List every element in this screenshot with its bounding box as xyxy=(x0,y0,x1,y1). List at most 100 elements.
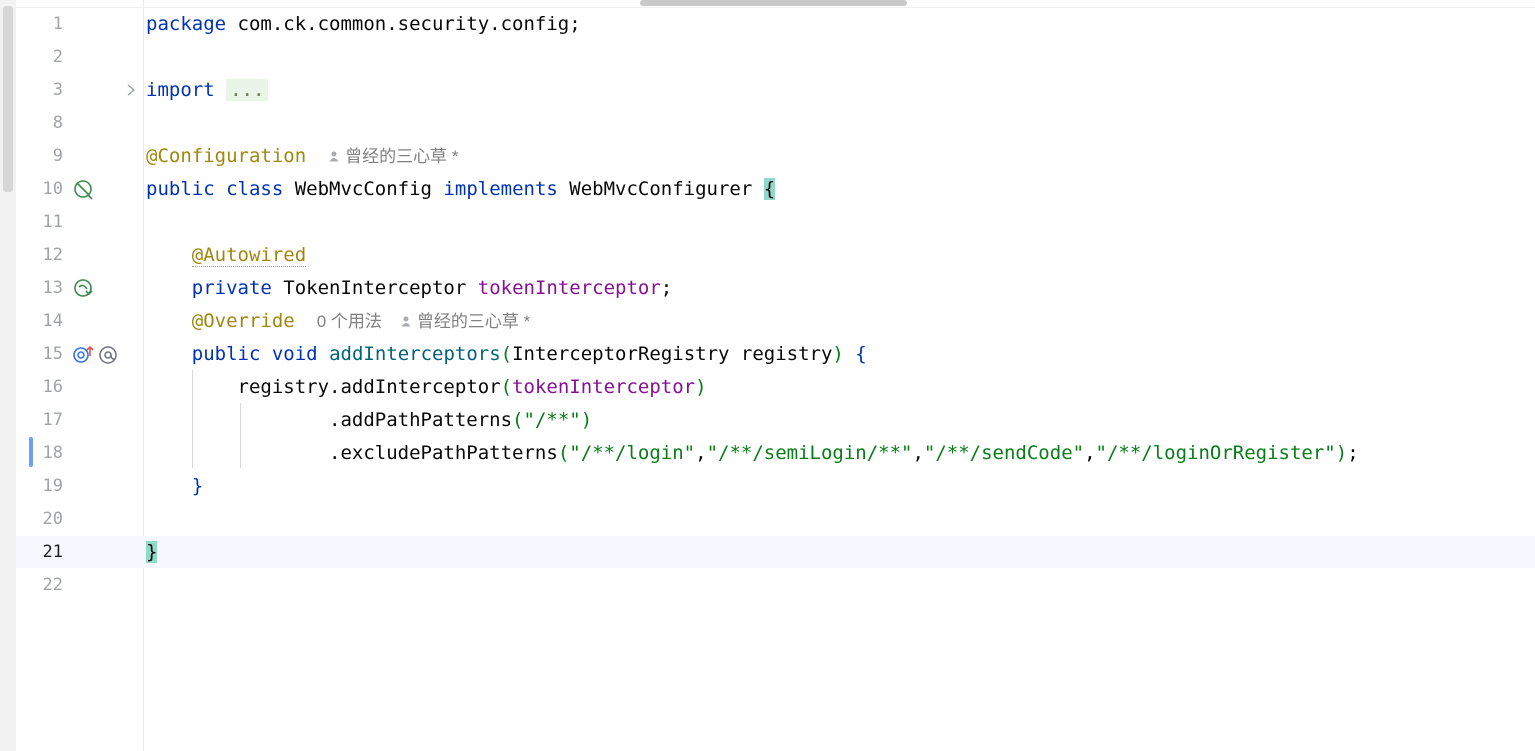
code-line[interactable]: 20 xyxy=(0,503,1535,536)
code-token: "/**/sendCode" xyxy=(923,442,1085,464)
code-line[interactable]: 17 .addPathPatterns("/**") xyxy=(0,404,1535,437)
code-token: tokenInterceptor xyxy=(477,277,661,299)
line-number[interactable]: 12 xyxy=(16,239,63,272)
code-token: package xyxy=(146,13,227,35)
line-number[interactable]: 3 xyxy=(16,74,63,107)
fold-chevron-icon[interactable] xyxy=(124,82,138,98)
code-text[interactable]: package com.ck.common.security.config; xyxy=(146,8,581,41)
line-number[interactable]: 1 xyxy=(16,8,63,41)
code-token: registry.addInterceptor xyxy=(146,376,501,398)
code-token: private xyxy=(191,277,272,299)
line-number[interactable]: 20 xyxy=(16,503,63,536)
line-number[interactable]: 21 xyxy=(16,536,63,569)
line-number[interactable]: 18 xyxy=(16,437,63,470)
code-text[interactable]: public class WebMvcConfig implements Web… xyxy=(146,173,776,206)
code-token: { xyxy=(843,343,867,365)
code-line[interactable]: 18 .excludePathPatterns("/**/login","/**… xyxy=(0,437,1535,470)
code-token: com.ck.common.security.config; xyxy=(226,13,581,35)
code-token: ( xyxy=(512,409,524,431)
spring-bean-icon[interactable] xyxy=(73,179,95,201)
line-number[interactable]: 13 xyxy=(16,272,63,305)
code-token: ; xyxy=(1347,442,1359,464)
horizontal-scrollbar-thumb[interactable] xyxy=(640,0,907,6)
code-line[interactable]: 10 public class WebMvcConfig implements W… xyxy=(0,173,1535,206)
code-token: ; xyxy=(660,277,673,299)
code-token: implements xyxy=(443,178,558,200)
line-number[interactable]: 10 xyxy=(16,173,63,206)
code-line[interactable]: 11 xyxy=(0,206,1535,239)
code-text[interactable]: .excludePathPatterns("/**/login","/**/se… xyxy=(146,437,1359,470)
inlay-hint[interactable]: 0 个用法 曾经的三心草 * xyxy=(317,312,531,331)
line-number[interactable]: 14 xyxy=(16,305,63,338)
code-token: ) xyxy=(695,376,707,398)
code-token: ... xyxy=(226,79,269,101)
code-line[interactable]: 3 import ... xyxy=(0,74,1535,107)
code-token: "/**" xyxy=(523,409,581,431)
code-text[interactable]: @Override 0 个用法 曾经的三心草 * xyxy=(146,305,530,338)
author-hint[interactable]: 曾经的三心草 * xyxy=(345,147,458,166)
code-token: "/**/login" xyxy=(569,442,696,464)
code-line[interactable]: 16 registry.addInterceptor(tokenIntercep… xyxy=(0,371,1535,404)
code-token: @Autowired xyxy=(191,244,307,267)
code-text[interactable]: } xyxy=(146,470,203,503)
line-number[interactable]: 8 xyxy=(16,107,63,140)
code-text[interactable]: private TokenInterceptor tokenIntercepto… xyxy=(146,272,672,305)
code-token: .excludePathPatterns xyxy=(146,442,558,464)
person-icon xyxy=(328,140,340,173)
code-text[interactable]: registry.addInterceptor(tokenInterceptor… xyxy=(146,371,707,404)
line-number[interactable]: 9 xyxy=(16,140,63,173)
code-line[interactable]: 14 @Override 0 个用法 曾经的三心草 * xyxy=(0,305,1535,338)
author-hint[interactable]: 曾经的三心草 * xyxy=(417,312,530,331)
code-token: public void xyxy=(191,343,318,365)
code-text[interactable]: } xyxy=(146,536,158,569)
code-line[interactable]: 1 package com.ck.common.security.config; xyxy=(0,8,1535,41)
code-token: WebMvcConfig xyxy=(283,178,444,200)
code-token: tokenInterceptor xyxy=(512,376,696,398)
code-token: InterceptorRegistry registry xyxy=(512,343,833,365)
code-token: } xyxy=(191,475,204,497)
code-line[interactable]: 8 xyxy=(0,107,1535,140)
inlay-hint[interactable]: 曾经的三心草 * xyxy=(328,147,459,166)
code-token: .addPathPatterns xyxy=(146,409,513,431)
line-number[interactable]: 2 xyxy=(16,41,63,74)
code-line[interactable]: 15 public void addInterceptors(Intercept… xyxy=(0,338,1535,371)
line-number[interactable]: 11 xyxy=(16,206,63,239)
line-number[interactable]: 17 xyxy=(16,404,63,437)
code-token: @Override xyxy=(191,310,295,332)
code-text[interactable]: public void addInterceptors(InterceptorR… xyxy=(146,338,867,371)
spring-autowired-icon[interactable] xyxy=(73,278,95,300)
override-method-icon[interactable] xyxy=(73,344,121,366)
code-line[interactable]: 13 private TokenInterceptor tokenInterce… xyxy=(0,272,1535,305)
code-token: ( xyxy=(557,442,570,464)
code-line[interactable]: 9 @Configuration 曾经的三心草 * xyxy=(0,140,1535,173)
line-number[interactable]: 22 xyxy=(16,569,63,602)
code-line[interactable]: 21} xyxy=(0,536,1535,569)
code-token: ) xyxy=(580,409,593,431)
code-text[interactable]: @Autowired xyxy=(146,239,307,272)
code-line[interactable]: 2 xyxy=(0,41,1535,74)
code-text[interactable]: @Configuration 曾经的三心草 * xyxy=(146,140,459,173)
code-token: WebMvcConfigurer xyxy=(557,178,764,200)
code-line[interactable]: 19 } xyxy=(0,470,1535,503)
code-line[interactable]: 12 @Autowired xyxy=(0,239,1535,272)
line-number[interactable]: 16 xyxy=(16,371,63,404)
code-token: "/**/semiLogin/**" xyxy=(706,442,913,464)
line-number[interactable]: 15 xyxy=(16,338,63,371)
code-line[interactable]: 22 xyxy=(0,569,1535,602)
code-text[interactable]: import ... xyxy=(146,74,269,107)
code-text[interactable]: .addPathPatterns("/**") xyxy=(146,404,592,437)
code-token: ) xyxy=(1335,442,1348,464)
usages-hint[interactable]: 0 个用法 xyxy=(317,312,382,331)
line-number[interactable]: 19 xyxy=(16,470,63,503)
code-token: addInterceptors xyxy=(329,343,501,365)
code-token: ) xyxy=(832,343,844,365)
person-icon xyxy=(400,305,412,338)
code-token: TokenInterceptor xyxy=(271,277,478,299)
code-token: import xyxy=(146,79,215,101)
